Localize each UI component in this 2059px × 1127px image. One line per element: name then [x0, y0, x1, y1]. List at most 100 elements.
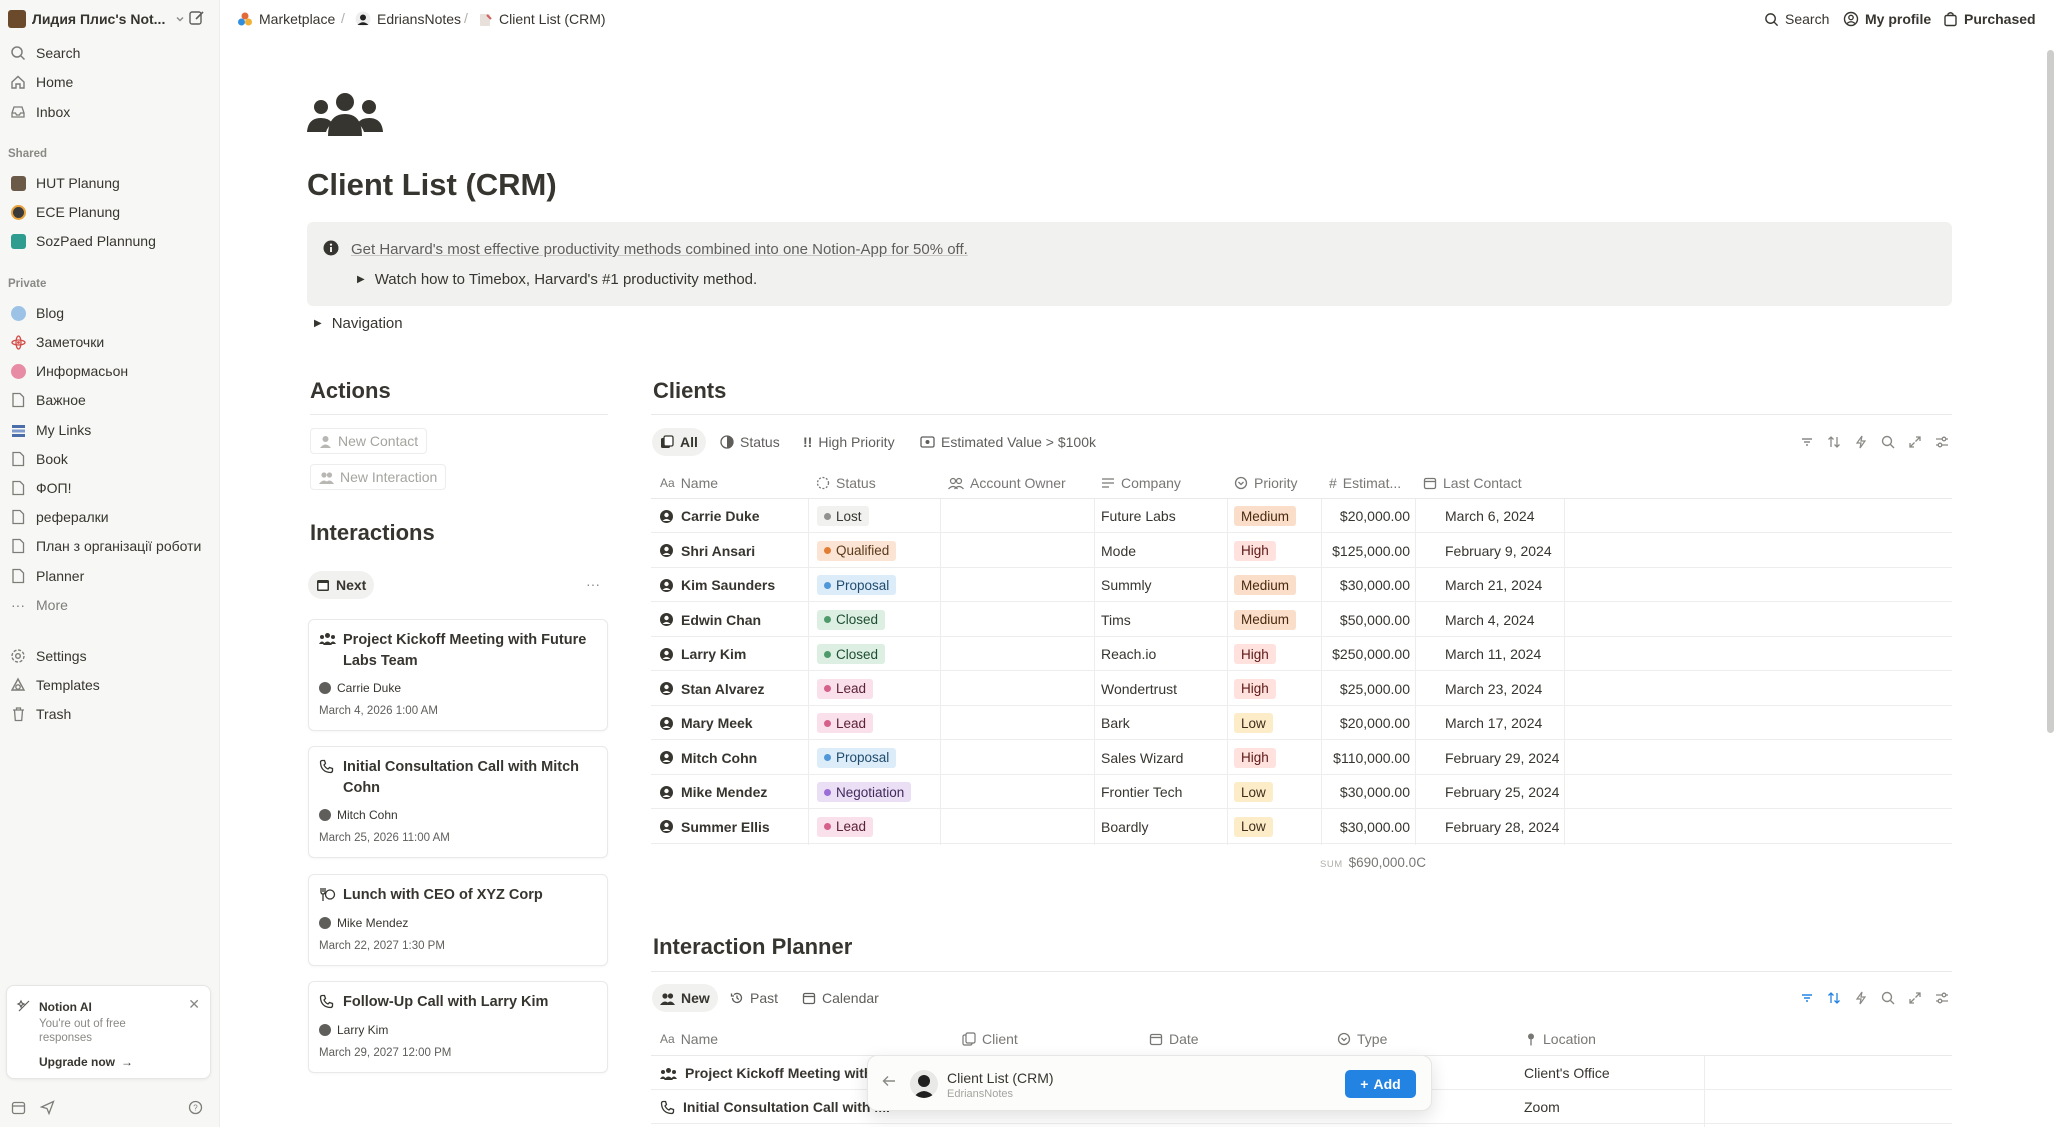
- client-name-cell[interactable]: Summer Ellis: [660, 810, 770, 844]
- purchased-button[interactable]: Purchased: [1943, 9, 2036, 29]
- new-contact-button[interactable]: New Contact: [310, 428, 428, 454]
- interaction-card[interactable]: Follow-Up Call with Larry Kim Larry Kim …: [308, 981, 608, 1073]
- new-page-icon[interactable]: [188, 9, 205, 26]
- last-contact-cell[interactable]: March 21, 2024: [1445, 568, 1542, 602]
- sidebar-item-hut-planung[interactable]: HUT Planung: [8, 171, 213, 195]
- sidebar-item-trash[interactable]: Trash: [8, 702, 213, 726]
- search-icon[interactable]: [1880, 990, 1896, 1006]
- company-cell[interactable]: Frontier Tech: [1101, 775, 1182, 809]
- estimated-value-cell[interactable]: $125,000.00: [1327, 534, 1410, 568]
- client-name-cell[interactable]: Mike Mendez: [660, 775, 767, 809]
- client-name-cell[interactable]: Carrie Duke: [660, 499, 760, 533]
- priority-cell[interactable]: Medium: [1234, 568, 1297, 602]
- priority-cell[interactable]: High: [1234, 672, 1276, 706]
- new-interaction-button[interactable]: New Interaction: [310, 464, 447, 490]
- column-header-estimated-value[interactable]: # Estimat...: [1329, 475, 1401, 491]
- help-icon[interactable]: ?: [188, 1100, 203, 1115]
- table-row[interactable]: Shri Ansari Qualified Mode High $125,000.00 F…: [651, 534, 1952, 568]
- company-cell[interactable]: Reach.io: [1101, 637, 1156, 671]
- column-header-account-owner[interactable]: Account Owner: [948, 475, 1066, 491]
- sidebar-item-home[interactable]: Home: [8, 70, 213, 94]
- sort-icon[interactable]: [1826, 434, 1842, 450]
- status-cell[interactable]: Proposal: [817, 741, 897, 775]
- sidebar-item-settings[interactable]: Settings: [8, 644, 213, 668]
- expand-icon[interactable]: [1907, 990, 1923, 1006]
- view-tab-past[interactable]: Past: [722, 984, 786, 1012]
- column-header-company[interactable]: Company: [1101, 475, 1181, 491]
- priority-cell[interactable]: High: [1234, 741, 1276, 775]
- status-cell[interactable]: Proposal: [817, 568, 897, 602]
- sidebar-item-plan[interactable]: План з організації роботи: [8, 534, 213, 558]
- timebox-toggle[interactable]: ▶ Watch how to Timebox, Harvard's #1 pro…: [357, 271, 757, 288]
- table-row[interactable]: Stan Alvarez Lead Wondertrust High $25,000.0…: [651, 672, 1952, 706]
- column-header-name[interactable]: Aa Name: [660, 475, 718, 491]
- status-cell[interactable]: Qualified: [817, 534, 897, 568]
- interaction-card[interactable]: Project Kickoff Meeting with Future Labs…: [308, 619, 608, 731]
- estimated-value-cell[interactable]: $110,000.00: [1327, 741, 1410, 775]
- status-cell[interactable]: Closed: [817, 637, 886, 671]
- company-cell[interactable]: Bark: [1101, 706, 1130, 740]
- sidebar-item-sozpaed-plannung[interactable]: SozPaed Plannung: [8, 229, 213, 253]
- sidebar-item-templates[interactable]: Templates: [8, 673, 213, 697]
- last-contact-cell[interactable]: March 23, 2024: [1445, 672, 1542, 706]
- client-name-cell[interactable]: Edwin Chan: [660, 603, 761, 637]
- client-name-cell[interactable]: Shri Ansari: [660, 534, 755, 568]
- priority-cell[interactable]: Low: [1234, 810, 1273, 844]
- table-row[interactable]: Summer Ellis Lead Boardly Low $30,000.00 Febr…: [651, 810, 1952, 844]
- promo-link[interactable]: Get Harvard's most effective productivit…: [351, 241, 968, 258]
- priority-cell[interactable]: High: [1234, 637, 1276, 671]
- expand-icon[interactable]: [1907, 434, 1923, 450]
- lightning-icon[interactable]: [1853, 990, 1869, 1006]
- column-header-last-contact[interactable]: Last Contact: [1423, 475, 1522, 491]
- last-contact-cell[interactable]: March 4, 2024: [1445, 603, 1535, 637]
- workspace-switcher[interactable]: Лидия Плис's Not...: [8, 8, 185, 30]
- sidebar-item-informasyon[interactable]: Информасьон: [8, 359, 213, 383]
- status-cell[interactable]: Lead: [817, 810, 874, 844]
- lightning-icon[interactable]: [1853, 434, 1869, 450]
- upgrade-now-link[interactable]: Upgrade now →: [39, 1055, 133, 1069]
- settings-sliders-icon[interactable]: [1934, 990, 1950, 1006]
- view-tab-all[interactable]: All: [652, 428, 706, 456]
- table-row[interactable]: Kim Saunders Proposal Summly Medium $30,000.…: [651, 568, 1952, 602]
- breadcrumb-current-page[interactable]: Client List (CRM): [478, 9, 606, 29]
- calendar-app-icon[interactable]: [11, 1100, 26, 1115]
- sidebar-item-planner[interactable]: Planner: [8, 564, 213, 588]
- sidebar-item-zametochki[interactable]: Заметочки: [8, 330, 213, 354]
- sidebar-item-book[interactable]: Book: [8, 447, 213, 471]
- breadcrumb-ednotes[interactable]: EdriansNotes: [355, 9, 461, 29]
- column-header-status[interactable]: Status: [816, 475, 876, 491]
- close-icon[interactable]: ✕: [188, 996, 200, 1013]
- arrow-left-icon[interactable]: [882, 1075, 896, 1087]
- sidebar-item-referalky[interactable]: рефералки: [8, 505, 213, 529]
- client-name-cell[interactable]: Kim Saunders: [660, 568, 775, 602]
- column-header-name[interactable]: Aa Name: [660, 1031, 718, 1047]
- sidebar-item-more[interactable]: ··· More: [8, 593, 213, 617]
- priority-cell[interactable]: Low: [1234, 775, 1273, 809]
- view-tab-status[interactable]: Status: [712, 428, 788, 456]
- column-header-client[interactable]: Client: [962, 1031, 1018, 1047]
- more-options-icon[interactable]: ···: [586, 576, 600, 592]
- last-contact-cell[interactable]: March 6, 2024: [1445, 499, 1535, 533]
- table-row[interactable]: Mike Mendez Negotiation Frontier Tech Low $3…: [651, 775, 1952, 809]
- navigation-toggle[interactable]: ▶ Navigation: [314, 315, 403, 332]
- sidebar-item-blog[interactable]: Blog: [8, 301, 213, 325]
- priority-cell[interactable]: Low: [1234, 706, 1273, 740]
- last-contact-cell[interactable]: February 29, 2024: [1445, 741, 1559, 775]
- company-cell[interactable]: Tims: [1101, 603, 1131, 637]
- estimated-value-cell[interactable]: $30,000.00: [1327, 810, 1410, 844]
- view-tab-new[interactable]: New: [652, 984, 718, 1012]
- breadcrumb-marketplace[interactable]: Marketplace: [237, 9, 335, 29]
- company-cell[interactable]: Future Labs: [1101, 499, 1176, 533]
- status-cell[interactable]: Closed: [817, 603, 886, 637]
- last-contact-cell[interactable]: February 9, 2024: [1445, 534, 1552, 568]
- group-icon[interactable]: [307, 92, 383, 136]
- priority-cell[interactable]: Medium: [1234, 499, 1297, 533]
- send-icon[interactable]: [40, 1100, 55, 1115]
- priority-cell[interactable]: High: [1234, 534, 1276, 568]
- company-cell[interactable]: Sales Wizard: [1101, 741, 1183, 775]
- sidebar-item-inbox[interactable]: Inbox: [8, 100, 213, 124]
- table-row[interactable]: Larry Kim Closed Reach.io High $250,000.00 Ma…: [651, 637, 1952, 671]
- sort-icon[interactable]: [1826, 990, 1842, 1006]
- view-tab-estimated-value[interactable]: Estimated Value > $100k: [912, 428, 1104, 456]
- filter-icon[interactable]: [1799, 990, 1815, 1006]
